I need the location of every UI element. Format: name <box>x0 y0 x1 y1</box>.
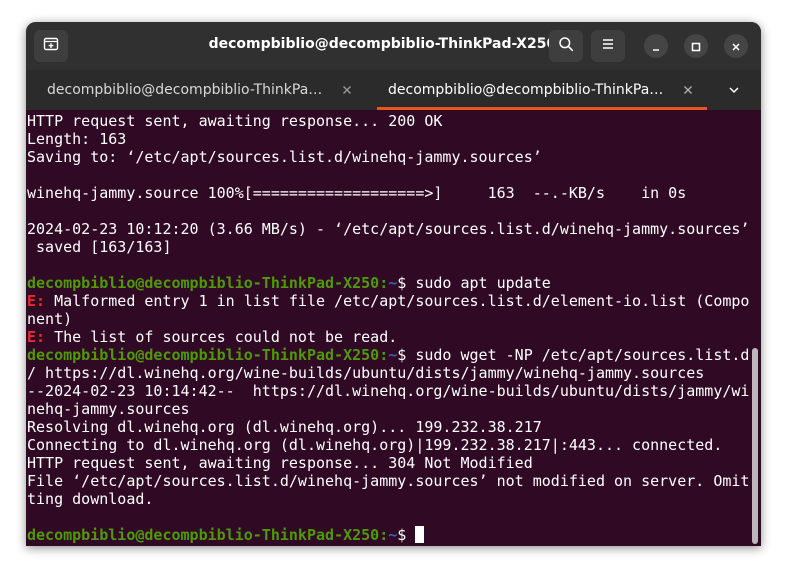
terminal-line: Saving to: ‘/etc/apt/sources.list.d/wine… <box>27 148 751 166</box>
scrollbar[interactable] <box>752 348 758 544</box>
close-button[interactable] <box>724 34 748 58</box>
prompt-symbol: $ <box>397 274 407 292</box>
minimize-button[interactable] <box>644 34 668 58</box>
close-icon <box>731 37 741 56</box>
output-text: nent) <box>27 310 73 328</box>
terminal-line: HTTP request sent, awaiting response... … <box>27 454 751 472</box>
maximize-icon <box>691 37 701 56</box>
terminal-window: decompbiblio@decompbiblio-ThinkPad-X250:… <box>26 22 761 546</box>
terminal-line: decompbiblio@decompbiblio-ThinkPad-X250:… <box>27 274 751 292</box>
output-text: The list of sources could not be read. <box>45 328 398 346</box>
output-text: ting download. <box>27 490 154 508</box>
terminal-line: Resolving dl.winehq.org (dl.winehq.org).… <box>27 418 751 436</box>
hamburger-menu-icon <box>600 36 616 56</box>
terminal-line: nehq-jammy.sources <box>27 400 751 418</box>
prompt-path: ~ <box>388 526 398 544</box>
prompt-path: ~ <box>388 346 398 364</box>
prompt-user-host: decompbiblio@decompbiblio-ThinkPad-X250 <box>27 274 380 292</box>
search-button[interactable] <box>549 30 583 62</box>
terminal-output[interactable]: HTTP request sent, awaiting response... … <box>26 110 761 546</box>
terminal-line: Connecting to dl.winehq.org (dl.winehq.o… <box>27 436 751 454</box>
output-text: saved [163/163] <box>27 238 172 256</box>
prompt-user-host: decompbiblio@decompbiblio-ThinkPad-X250 <box>27 346 380 364</box>
text-cursor <box>415 526 425 543</box>
terminal-line: File ‘/etc/apt/sources.list.d/winehq-jam… <box>27 472 751 490</box>
terminal-line: nent) <box>27 310 751 328</box>
terminal-lines: HTTP request sent, awaiting response... … <box>27 112 751 544</box>
terminal-line: decompbiblio@decompbiblio-ThinkPad-X250:… <box>27 526 751 544</box>
terminal-line: ting download. <box>27 490 751 508</box>
output-text: Malformed entry 1 in list file /etc/apt/… <box>45 292 750 310</box>
terminal-line: E: The list of sources could not be read… <box>27 328 751 346</box>
terminal-line: / https://dl.winehq.org/wine-builds/ubun… <box>27 364 751 382</box>
terminal-line: winehq-jammy.source 100%[===============… <box>27 184 751 202</box>
output-text: Saving to: ‘/etc/apt/sources.list.d/wine… <box>27 148 542 166</box>
prompt-separator: : <box>379 526 389 544</box>
new-tab-icon <box>43 36 59 56</box>
window-title: decompbiblio@decompbiblio-ThinkPad-X250:… <box>208 36 579 52</box>
output-text: Length: 163 <box>27 130 127 148</box>
terminal-line: saved [163/163] <box>27 238 751 256</box>
close-icon <box>683 80 693 99</box>
new-tab-button[interactable] <box>34 30 68 62</box>
output-text: HTTP request sent, awaiting response... … <box>27 112 443 130</box>
terminal-line: decompbiblio@decompbiblio-ThinkPad-X250:… <box>27 346 751 364</box>
terminal-line: HTTP request sent, awaiting response... … <box>27 112 751 130</box>
output-text: File ‘/etc/apt/sources.list.d/winehq-jam… <box>27 472 750 490</box>
output-text: HTTP request sent, awaiting response... … <box>27 454 533 472</box>
minimize-icon <box>651 37 661 56</box>
tab-2[interactable]: decompbiblio@decompbiblio-ThinkPa… <box>377 70 707 110</box>
terminal-line: 2024-02-23 10:12:20 (3.66 MB/s) - ‘/etc/… <box>27 220 751 238</box>
prompt-path: ~ <box>388 274 398 292</box>
output-text: winehq-jammy.source 100%[===============… <box>27 184 687 202</box>
output-text: nehq-jammy.sources <box>27 400 190 418</box>
tab-close-button[interactable] <box>680 81 696 97</box>
header-bar: decompbiblio@decompbiblio-ThinkPad-X250:… <box>26 22 761 70</box>
output-text: Connecting to dl.winehq.org (dl.winehq.o… <box>27 436 723 454</box>
prompt-symbol: $ <box>397 526 407 544</box>
close-icon <box>342 80 352 99</box>
maximize-button[interactable] <box>684 34 708 58</box>
output-text: Resolving dl.winehq.org (dl.winehq.org).… <box>27 418 542 436</box>
search-icon <box>558 36 574 56</box>
prompt-separator: : <box>379 346 389 364</box>
tab-menu-button[interactable] <box>726 82 742 98</box>
error-label: E: <box>27 328 46 346</box>
error-label: E: <box>27 292 46 310</box>
terminal-line: Length: 163 <box>27 130 751 148</box>
command-text: sudo apt update <box>406 274 551 292</box>
prompt-user-host: decompbiblio@decompbiblio-ThinkPad-X250 <box>27 526 380 544</box>
tab-1[interactable]: decompbiblio@decompbiblio-ThinkPa… <box>26 70 368 110</box>
output-text: --2024-02-23 10:14:42-- https://dl.wineh… <box>27 382 750 400</box>
command-text <box>406 526 415 544</box>
output-text: 2024-02-23 10:12:20 (3.66 MB/s) - ‘/etc/… <box>27 220 750 238</box>
chevron-down-icon <box>728 81 740 100</box>
tab-label: decompbiblio@decompbiblio-ThinkPa… <box>388 82 664 98</box>
output-text: / https://dl.winehq.org/wine-builds/ubun… <box>27 364 705 382</box>
terminal-line: E: Malformed entry 1 in list file /etc/a… <box>27 292 751 310</box>
command-text: sudo wget -NP /etc/apt/sources.list.d <box>406 346 750 364</box>
tab-label: decompbiblio@decompbiblio-ThinkPa… <box>47 82 323 98</box>
menu-button[interactable] <box>591 30 625 62</box>
terminal-line: --2024-02-23 10:14:42-- https://dl.wineh… <box>27 382 751 400</box>
tab-bar: decompbiblio@decompbiblio-ThinkPa… decom… <box>26 70 761 110</box>
prompt-symbol: $ <box>397 346 407 364</box>
tab-close-button[interactable] <box>339 81 355 97</box>
prompt-separator: : <box>379 274 389 292</box>
